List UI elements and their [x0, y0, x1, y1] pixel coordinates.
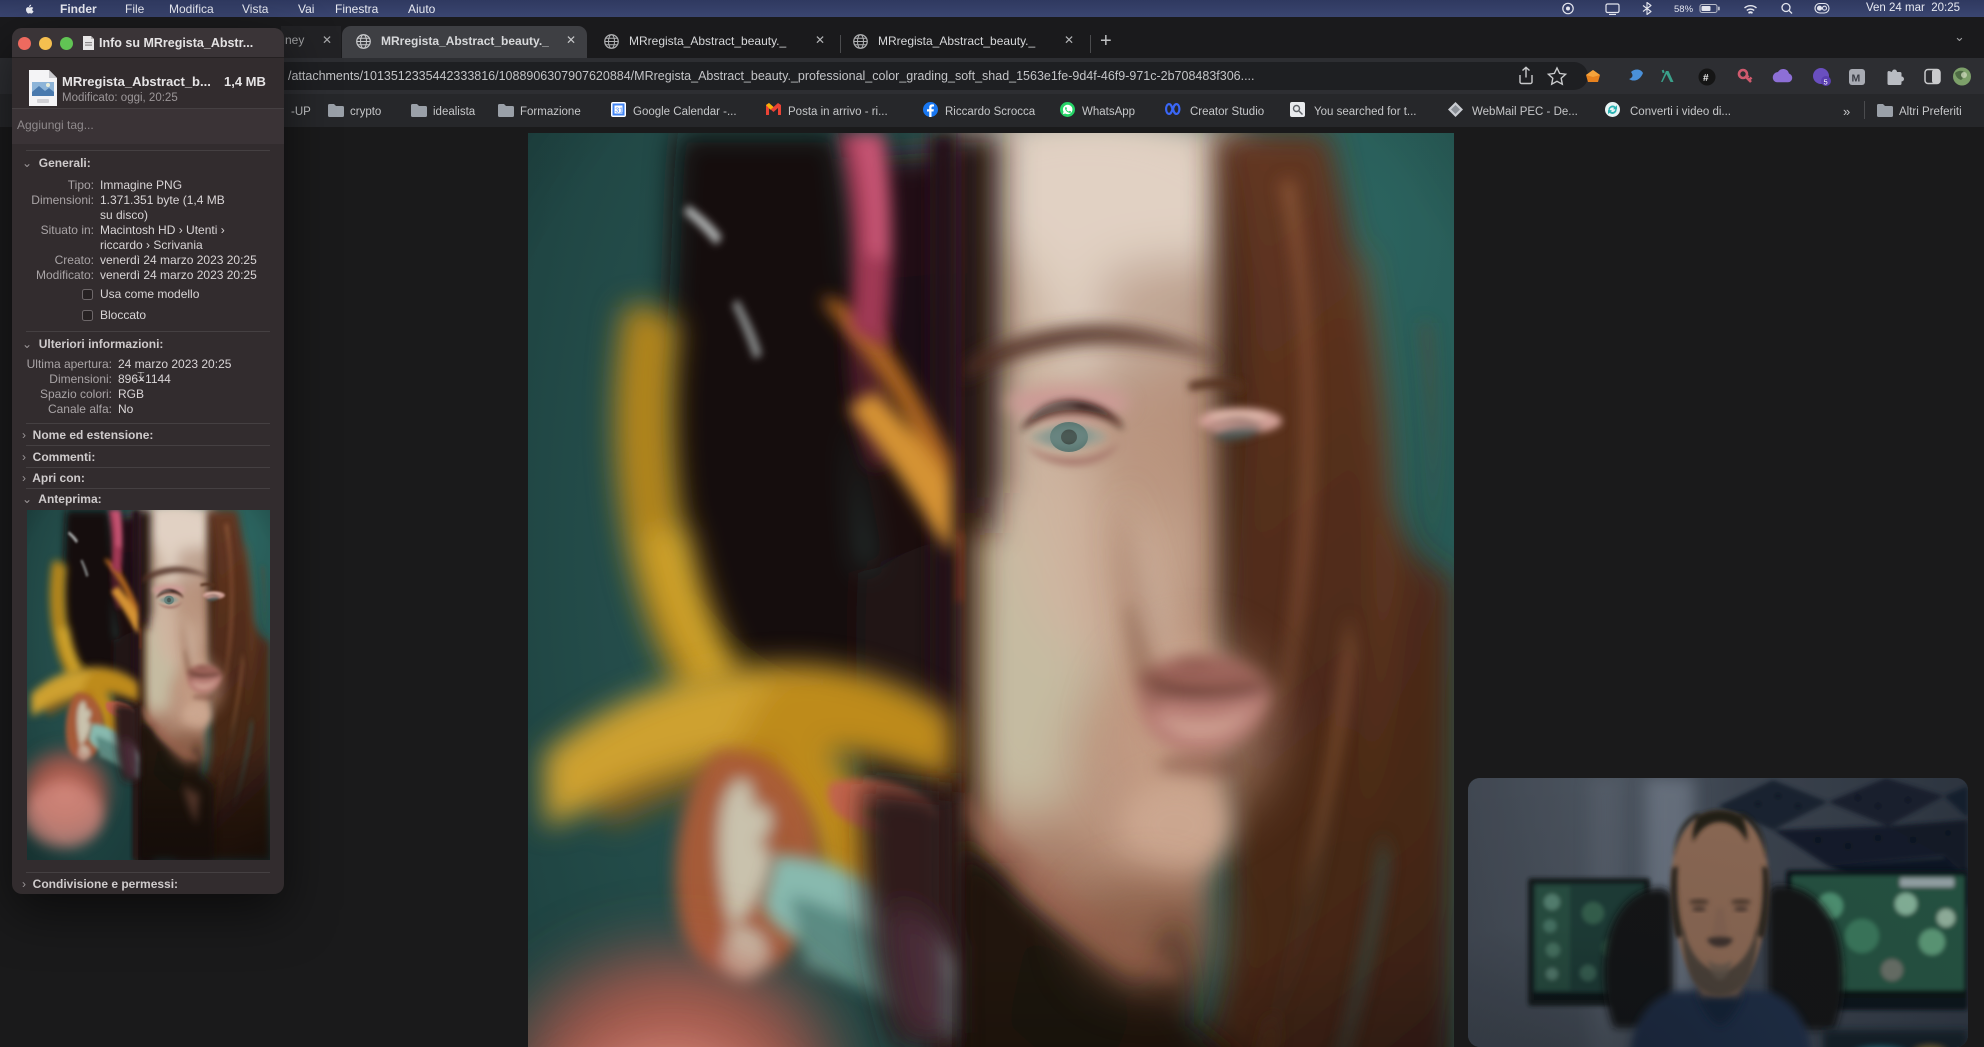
svg-text:M: M	[1852, 73, 1861, 85]
svg-text:#: #	[1703, 73, 1709, 84]
svg-text:-UP: -UP	[291, 106, 311, 118]
svg-text:WhatsApp: WhatsApp	[1082, 106, 1135, 118]
svg-text:»: »	[1843, 104, 1850, 119]
svg-text:5: 5	[1824, 78, 1828, 87]
svg-text:Converti i video di...: Converti i video di...	[1630, 106, 1731, 118]
svg-text:You searched for t...: You searched for t...	[1314, 106, 1417, 118]
svg-text:Formazione: Formazione	[520, 106, 581, 118]
svg-text:crypto: crypto	[350, 106, 381, 118]
svg-text:Riccardo Scrocca: Riccardo Scrocca	[945, 106, 1036, 118]
svg-text:Creator Studio: Creator Studio	[1190, 106, 1264, 118]
svg-text:idealista: idealista	[433, 106, 476, 118]
svg-text:WebMail PEC - De...: WebMail PEC - De...	[1472, 106, 1578, 118]
svg-text:Posta in arrivo - ri...: Posta in arrivo - ri...	[788, 106, 888, 118]
svg-text:58%: 58%	[1674, 4, 1694, 15]
svg-text:Altri Preferiti: Altri Preferiti	[1899, 106, 1962, 118]
svg-text:Google Calendar -...: Google Calendar -...	[633, 106, 737, 118]
svg-text:31: 31	[615, 108, 623, 115]
